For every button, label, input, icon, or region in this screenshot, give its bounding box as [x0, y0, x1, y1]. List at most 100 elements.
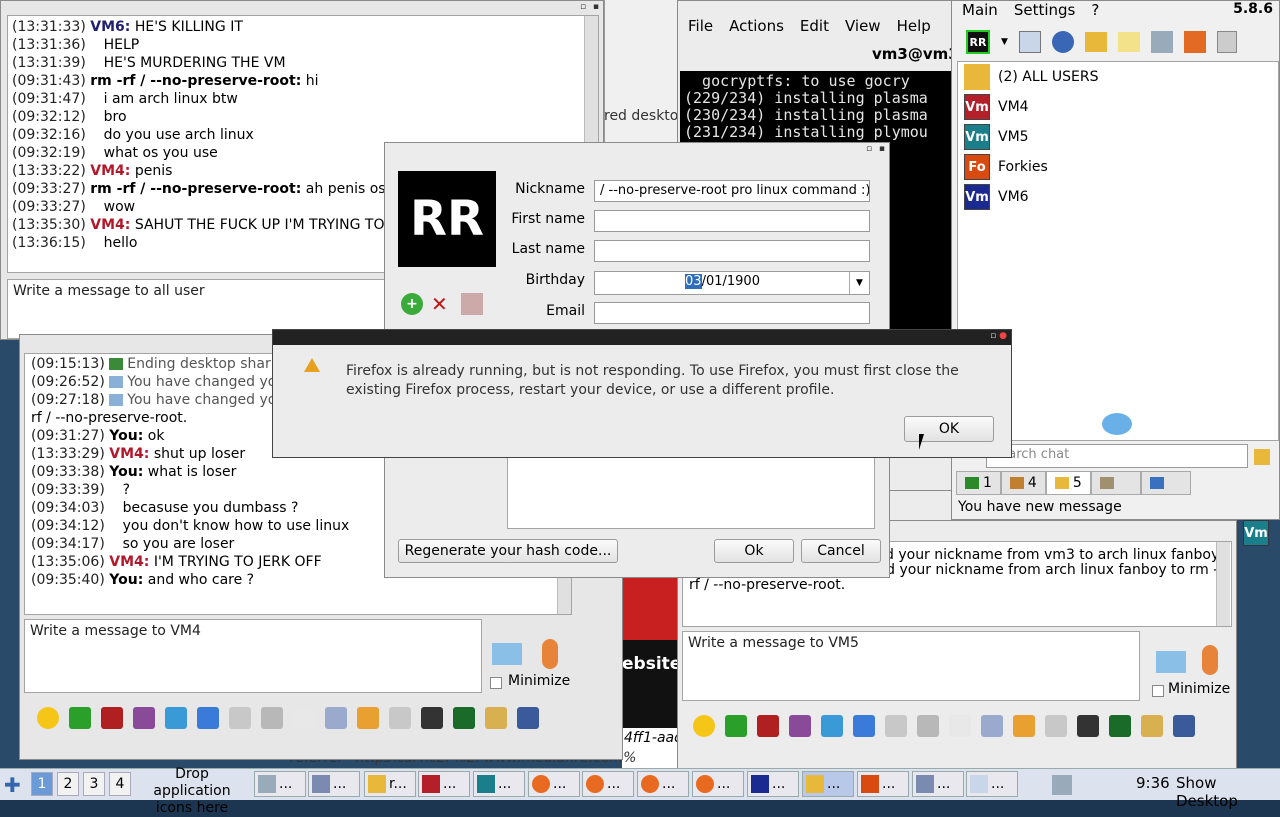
- microphone-icon[interactable]: [542, 639, 558, 669]
- regenerate-hash-button[interactable]: Regenerate your hash code...: [398, 539, 618, 563]
- font-icon[interactable]: [261, 707, 283, 729]
- ok-button[interactable]: Ok: [714, 539, 794, 563]
- nickname-field[interactable]: / --no-preserve-root pro linux command :…: [594, 180, 870, 202]
- tools-icon[interactable]: [1150, 31, 1173, 53]
- chevron-down-icon[interactable]: ▼: [849, 272, 869, 294]
- taskbar-task[interactable]: ...: [802, 771, 854, 797]
- update-icon[interactable]: [1183, 31, 1206, 53]
- music-icon[interactable]: [949, 715, 971, 737]
- show-desktop-button[interactable]: Show Desktop: [1176, 774, 1280, 810]
- font-icon[interactable]: [917, 715, 939, 737]
- notes-icon[interactable]: [485, 707, 507, 729]
- user-list-item[interactable]: Vm VM6: [958, 182, 1278, 212]
- filter-icon[interactable]: [165, 707, 187, 729]
- workspace-button[interactable]: 2: [57, 772, 79, 796]
- taskbar-task[interactable]: ...: [692, 771, 744, 797]
- taskbar-task[interactable]: ...: [747, 771, 799, 797]
- user-list-item[interactable]: Fo Forkies: [958, 152, 1278, 182]
- user-list-item[interactable]: (2) ALL USERS: [958, 62, 1278, 92]
- window-buttons[interactable]: ▫ ▪: [580, 2, 601, 12]
- keyboard-icon[interactable]: [229, 707, 251, 729]
- emoji-down-icon[interactable]: [725, 715, 747, 737]
- terminal-menu-item[interactable]: View: [845, 17, 881, 35]
- taskbar-task[interactable]: ...: [857, 771, 909, 797]
- taskbar-task[interactable]: ...: [473, 771, 525, 797]
- terminal-icon[interactable]: [1109, 715, 1131, 737]
- ok-button[interactable]: OK: [904, 416, 994, 442]
- taskbar-task[interactable]: ...: [528, 771, 580, 797]
- notes-icon[interactable]: [1141, 715, 1163, 737]
- email-field[interactable]: [594, 302, 870, 324]
- microphone-icon[interactable]: [1202, 645, 1218, 675]
- webcam-icon[interactable]: [1077, 715, 1099, 737]
- buddy-tab[interactable]: [1090, 471, 1141, 495]
- smiley-icon[interactable]: [693, 715, 715, 737]
- send-icon[interactable]: [492, 643, 522, 665]
- vm5-message-input[interactable]: Write a message to VM5: [682, 631, 1140, 701]
- send-icon[interactable]: [1156, 651, 1186, 673]
- window-buttons[interactable]: ▫ ●: [990, 331, 1007, 341]
- settings-icon[interactable]: [1018, 31, 1041, 53]
- scrollbar[interactable]: [1216, 542, 1230, 626]
- buddy-menu-item[interactable]: Settings: [1014, 1, 1076, 19]
- paint-icon[interactable]: [789, 715, 811, 737]
- taskbar-task[interactable]: ...: [308, 771, 360, 797]
- rr-avatar-icon[interactable]: RR: [966, 30, 990, 54]
- webcam-icon[interactable]: [421, 707, 443, 729]
- settings-icon[interactable]: [197, 707, 219, 729]
- folder-icon[interactable]: [357, 707, 379, 729]
- terminal-menu-item[interactable]: Edit: [800, 17, 829, 35]
- buddy-tab[interactable]: 5: [1045, 471, 1091, 495]
- dropdown-arrow-icon[interactable]: ▼: [1001, 37, 1008, 47]
- taskbar-task[interactable]: ...: [637, 771, 689, 797]
- taskbar-task[interactable]: ...: [254, 771, 306, 797]
- minimize-checkbox[interactable]: [490, 677, 502, 689]
- buddy-menu-item[interactable]: Main: [962, 1, 998, 19]
- terminal-icon[interactable]: [453, 707, 475, 729]
- search-chat-input[interactable]: Search chat: [986, 444, 1248, 468]
- help-icon[interactable]: [1051, 31, 1074, 53]
- emoji-down-icon[interactable]: [69, 707, 91, 729]
- trash-icon[interactable]: [1216, 31, 1237, 53]
- cancel-button[interactable]: Cancel: [801, 539, 881, 563]
- network-tray-icon[interactable]: [1052, 775, 1072, 795]
- screenshot-icon[interactable]: [517, 707, 539, 729]
- text-format-icon[interactable]: [101, 707, 123, 729]
- edit-icon[interactable]: [1117, 32, 1140, 52]
- taskbar-task[interactable]: ...: [582, 771, 634, 797]
- terminal-menu-item[interactable]: Help: [897, 17, 931, 35]
- user-list-item[interactable]: Vm VM4: [958, 92, 1278, 122]
- keyboard-icon[interactable]: [885, 715, 907, 737]
- filter-icon[interactable]: [821, 715, 843, 737]
- add-icon[interactable]: +: [401, 293, 423, 315]
- lastname-field[interactable]: [594, 240, 870, 262]
- buddy-tab[interactable]: [1140, 471, 1191, 495]
- settings-icon[interactable]: [853, 715, 875, 737]
- code-icon[interactable]: [1045, 715, 1067, 737]
- vm4-message-input[interactable]: Write a message to VM4: [24, 619, 482, 693]
- screenshot-icon[interactable]: [1173, 715, 1195, 737]
- smiley-icon[interactable]: [37, 707, 59, 729]
- folder-icon[interactable]: [1084, 32, 1107, 52]
- taskbar-task[interactable]: ...: [966, 771, 1018, 797]
- birthday-field[interactable]: 03/01/1900 ▼: [594, 271, 870, 295]
- user-list-item[interactable]: Vm VM5: [958, 122, 1278, 152]
- terminal-menu-item[interactable]: Actions: [729, 17, 784, 35]
- music-icon[interactable]: [293, 707, 315, 729]
- vm-tray-icon[interactable]: Vm: [1243, 520, 1269, 546]
- buddy-menu-item[interactable]: ?: [1091, 1, 1099, 19]
- text-format-icon[interactable]: [757, 715, 779, 737]
- paint-icon[interactable]: [461, 293, 483, 315]
- folder-icon[interactable]: [1013, 715, 1035, 737]
- terminal-menu-item[interactable]: File: [688, 17, 713, 35]
- taskbar-task[interactable]: ...: [418, 771, 470, 797]
- window-buttons[interactable]: ▫ ▪: [866, 144, 887, 154]
- paint-icon[interactable]: [133, 707, 155, 729]
- send-file-icon[interactable]: [325, 707, 347, 729]
- profile-avatar[interactable]: RR: [398, 171, 496, 267]
- taskbar-task[interactable]: r...: [364, 771, 416, 797]
- search-clear-icon[interactable]: [1254, 449, 1270, 465]
- firstname-field[interactable]: [594, 210, 870, 232]
- delete-icon[interactable]: ✕: [431, 293, 453, 315]
- workspace-button[interactable]: 3: [83, 772, 105, 796]
